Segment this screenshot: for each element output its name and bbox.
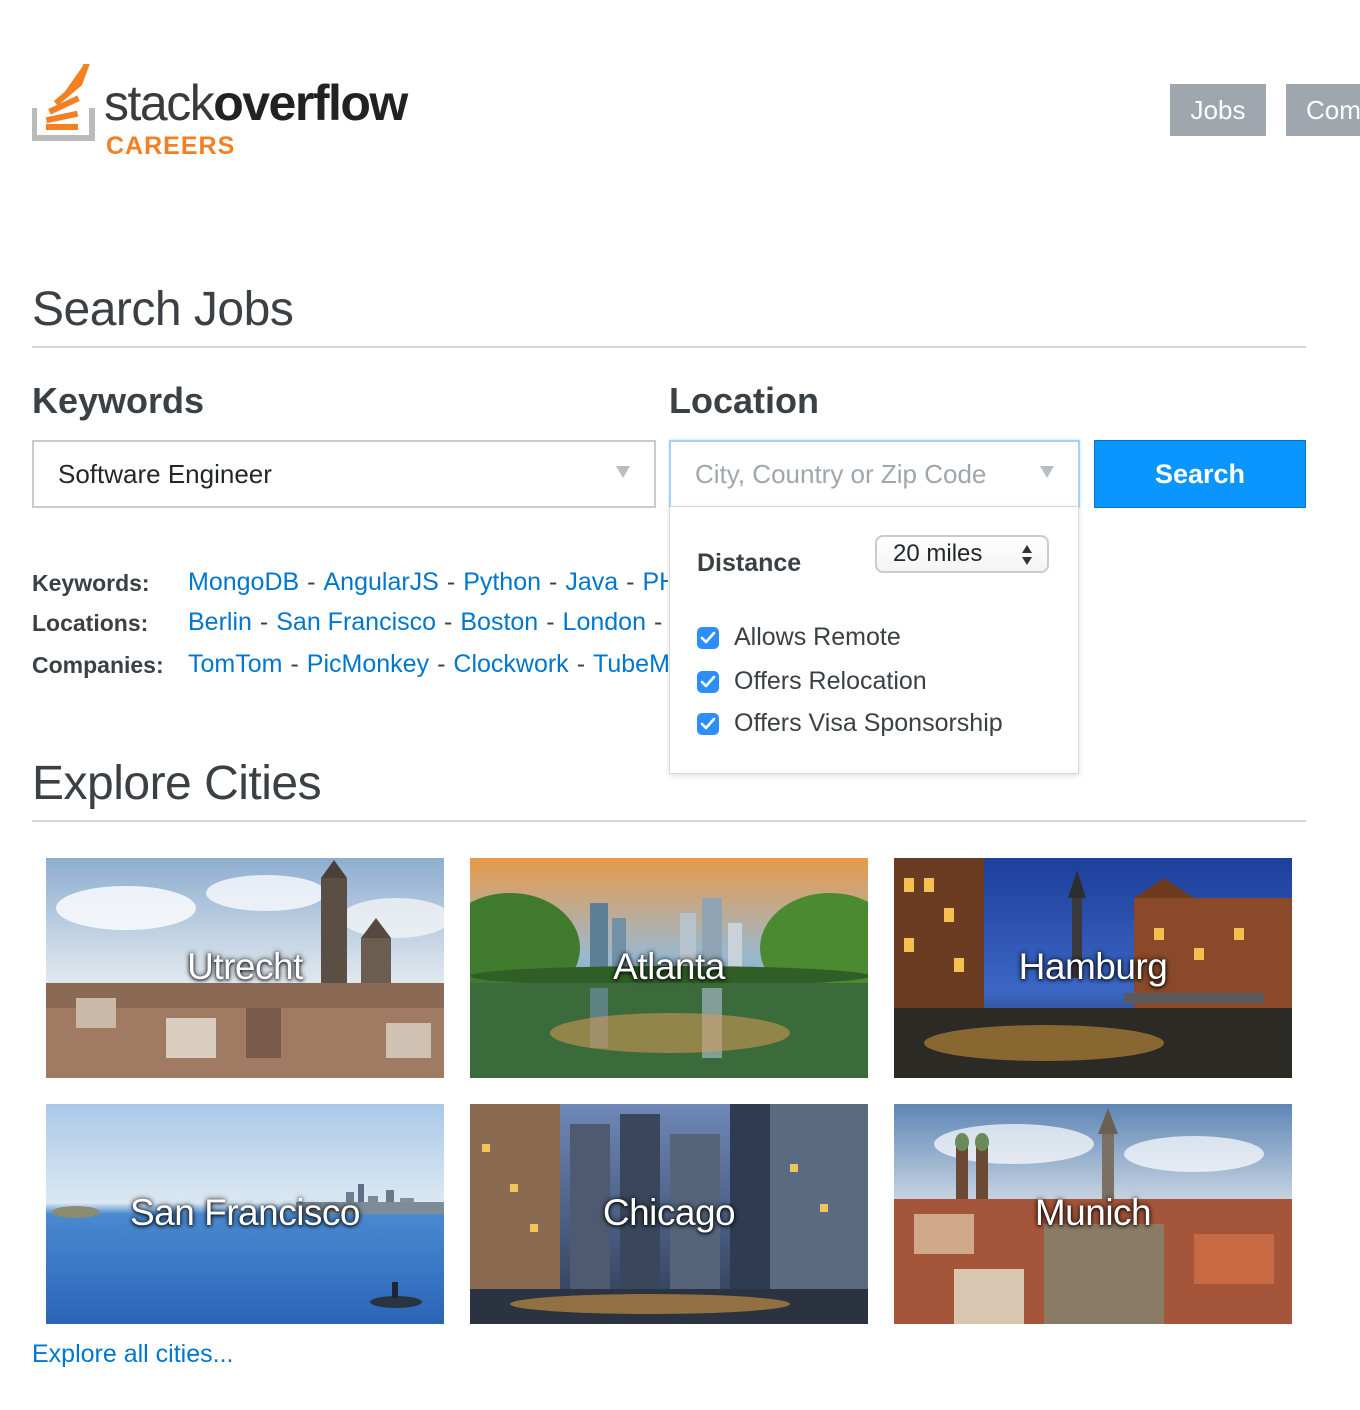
offers-relocation-label: Offers Relocation (734, 667, 927, 695)
quick-keywords-list: MongoDB-AngularJS-Python-Java-PHP (188, 568, 668, 597)
quick-companies-row: Companies: TomTom - PicMonkey - Clockwork - Tu… (32, 650, 672, 684)
search-button[interactable]: Search (1094, 440, 1306, 508)
keywords-field (32, 440, 656, 508)
location-link[interactable]: San Francisco (276, 608, 436, 636)
chevron-down-icon[interactable] (1040, 466, 1054, 478)
city-card-hamburg[interactable]: Hamburg (894, 858, 1292, 1078)
city-name: Utrecht (187, 946, 303, 987)
distance-select[interactable]: 20 miles (875, 535, 1049, 573)
city-card-san-francisco[interactable]: San Francisco (46, 1104, 444, 1324)
checkbox-checked-icon[interactable] (697, 671, 719, 693)
location-link[interactable]: Berlin (188, 608, 252, 636)
location-input[interactable] (671, 442, 1078, 506)
keyword-link[interactable]: Python (463, 568, 541, 596)
company-link[interactable]: TubeMo (593, 650, 668, 678)
city-name: Munich (1034, 1192, 1152, 1233)
quick-companies-label: Companies: (32, 652, 164, 678)
company-link[interactable]: PicMonkey (307, 650, 429, 678)
stack-overflow-logo-icon (32, 64, 95, 141)
city-name: Atlanta (613, 946, 725, 987)
offers-visa-label: Offers Visa Sponsorship (734, 709, 1003, 737)
distance-label: Distance (697, 549, 802, 577)
logo-word-overflow: overflow (213, 75, 408, 131)
logo-word-stack: stack (104, 75, 215, 131)
quick-locations-list: Berlin-San Francisco-Boston-London-C (188, 608, 663, 636)
keyword-link[interactable]: MongoDB (188, 568, 299, 596)
chevron-down-icon[interactable] (616, 466, 630, 478)
keywords-input[interactable] (34, 442, 654, 506)
allows-remote-label: Allows Remote (734, 623, 901, 651)
location-link[interactable]: London (563, 608, 646, 636)
company-link[interactable]: TomTom (188, 650, 282, 678)
checkbox-checked-icon[interactable] (697, 713, 719, 735)
city-card-atlanta[interactable]: Atlanta (470, 858, 868, 1078)
explore-cities-title: Explore Cities (32, 757, 322, 810)
quick-keywords-label: Keywords: (32, 570, 150, 596)
search-jobs-title: Search Jobs (32, 283, 294, 336)
location-link[interactable]: Boston (460, 608, 538, 636)
quick-locations-label: Locations: (32, 610, 149, 636)
location-field (669, 440, 1080, 508)
logo-wordmark: stackoverflow (104, 75, 408, 131)
logo[interactable]: stackoverflow CAREERS (32, 64, 432, 164)
divider (32, 820, 1306, 822)
nav-jobs-button[interactable]: Jobs (1170, 84, 1266, 136)
quick-locations-row: Locations: Berlin - San Francisco - Boston - L… (32, 608, 672, 642)
distance-select-value: 20 miles (893, 540, 983, 567)
quick-companies-list: TomTom-PicMonkey-Clockwork-TubeMo (188, 650, 668, 679)
location-options-dropdown: Distance 20 miles Allows Remote Offers R… (669, 506, 1079, 774)
divider (32, 346, 1306, 348)
city-name: Hamburg (1018, 946, 1168, 987)
nav-companies-button[interactable]: Com (1286, 84, 1360, 136)
keyword-link[interactable]: Java (565, 568, 618, 596)
city-card-munich[interactable]: Munich (894, 1104, 1292, 1324)
explore-all-cities-link[interactable]: Explore all cities... (32, 1340, 233, 1369)
city-card-utrecht[interactable]: Utrecht (46, 858, 444, 1078)
quick-keywords-row: Keywords: MongoDB - AngularJS - Python - Java -… (32, 568, 672, 602)
city-name: San Francisco (130, 1192, 361, 1233)
city-name: Chicago (602, 1192, 736, 1233)
keywords-label: Keywords (32, 380, 205, 421)
keyword-link[interactable]: AngularJS (324, 568, 439, 596)
keyword-link[interactable]: PHP (643, 568, 669, 596)
city-card-chicago[interactable]: Chicago (470, 1104, 868, 1324)
location-label: Location (669, 380, 819, 421)
logo-careers: CAREERS (106, 132, 236, 160)
select-arrows-icon (1022, 545, 1032, 565)
checkbox-checked-icon[interactable] (697, 627, 719, 649)
company-link[interactable]: Clockwork (453, 650, 568, 678)
